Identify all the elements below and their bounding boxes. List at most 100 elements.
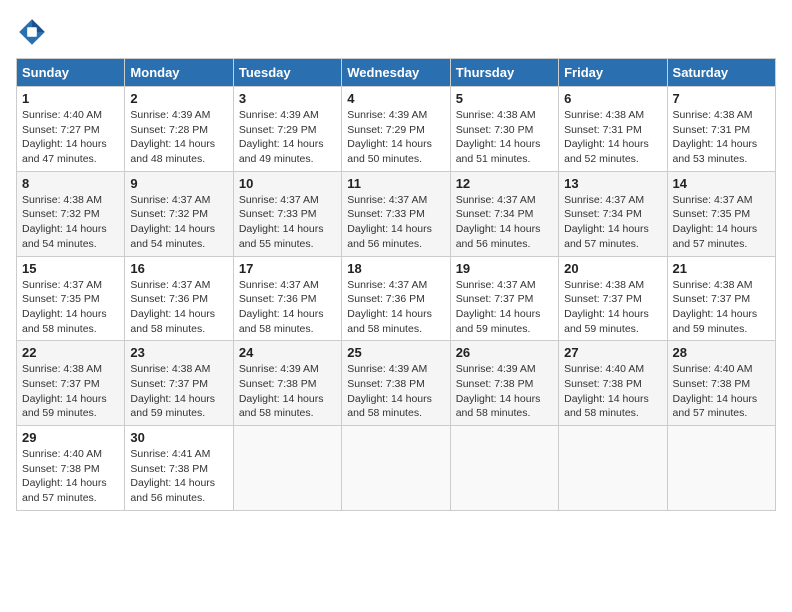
day-number: 12 (456, 176, 553, 191)
day-number: 16 (130, 261, 227, 276)
day-number: 1 (22, 91, 119, 106)
day-number: 23 (130, 345, 227, 360)
day-cell-12: 12 Sunrise: 4:37 AMSunset: 7:34 PMDayligh… (450, 171, 558, 256)
day-info: Sunrise: 4:37 AMSunset: 7:37 PMDaylight:… (456, 279, 541, 335)
calendar-week-3: 15 Sunrise: 4:37 AMSunset: 7:35 PMDayligh… (17, 256, 776, 341)
day-number: 7 (673, 91, 770, 106)
day-info: Sunrise: 4:38 AMSunset: 7:37 PMDaylight:… (130, 363, 215, 419)
day-number: 26 (456, 345, 553, 360)
day-number: 27 (564, 345, 661, 360)
day-info: Sunrise: 4:40 AMSunset: 7:38 PMDaylight:… (564, 363, 649, 419)
day-info: Sunrise: 4:37 AMSunset: 7:33 PMDaylight:… (239, 194, 324, 250)
day-info: Sunrise: 4:37 AMSunset: 7:35 PMDaylight:… (673, 194, 758, 250)
day-info: Sunrise: 4:37 AMSunset: 7:33 PMDaylight:… (347, 194, 432, 250)
day-cell-24: 24 Sunrise: 4:39 AMSunset: 7:38 PMDayligh… (233, 341, 341, 426)
logo-icon (16, 16, 48, 48)
day-info: Sunrise: 4:38 AMSunset: 7:32 PMDaylight:… (22, 194, 107, 250)
day-info: Sunrise: 4:38 AMSunset: 7:31 PMDaylight:… (564, 109, 649, 165)
day-number: 9 (130, 176, 227, 191)
day-cell-9: 9 Sunrise: 4:37 AMSunset: 7:32 PMDaylight… (125, 171, 233, 256)
day-number: 17 (239, 261, 336, 276)
calendar-week-4: 22 Sunrise: 4:38 AMSunset: 7:37 PMDayligh… (17, 341, 776, 426)
empty-cell (450, 426, 558, 511)
day-number: 10 (239, 176, 336, 191)
day-cell-27: 27 Sunrise: 4:40 AMSunset: 7:38 PMDayligh… (559, 341, 667, 426)
day-cell-11: 11Sunrise: 4:37 AMSunset: 7:33 PMDayligh… (342, 171, 450, 256)
column-header-thursday: Thursday (450, 59, 558, 87)
day-cell-22: 22 Sunrise: 4:38 AMSunset: 7:37 PMDayligh… (17, 341, 125, 426)
day-cell-28: 28Sunrise: 4:40 AMSunset: 7:38 PMDayligh… (667, 341, 775, 426)
day-cell-16: 16 Sunrise: 4:37 AMSunset: 7:36 PMDayligh… (125, 256, 233, 341)
day-cell-17: 17 Sunrise: 4:37 AMSunset: 7:36 PMDayligh… (233, 256, 341, 341)
day-cell-18: 18Sunrise: 4:37 AMSunset: 7:36 PMDayligh… (342, 256, 450, 341)
day-cell-29: 29Sunrise: 4:40 AMSunset: 7:38 PMDayligh… (17, 426, 125, 511)
empty-cell (667, 426, 775, 511)
day-info: Sunrise: 4:38 AMSunset: 7:31 PMDaylight:… (673, 109, 758, 165)
day-number: 22 (22, 345, 119, 360)
column-header-saturday: Saturday (667, 59, 775, 87)
day-info: Sunrise: 4:39 AMSunset: 7:29 PMDaylight:… (239, 109, 324, 165)
column-header-sunday: Sunday (17, 59, 125, 87)
day-cell-26: 26 Sunrise: 4:39 AMSunset: 7:38 PMDayligh… (450, 341, 558, 426)
day-info: Sunrise: 4:37 AMSunset: 7:35 PMDaylight:… (22, 279, 107, 335)
day-cell-8: 8 Sunrise: 4:38 AMSunset: 7:32 PMDaylight… (17, 171, 125, 256)
day-number: 6 (564, 91, 661, 106)
day-number: 2 (130, 91, 227, 106)
day-info: Sunrise: 4:37 AMSunset: 7:34 PMDaylight:… (456, 194, 541, 250)
day-cell-25: 25Sunrise: 4:39 AMSunset: 7:38 PMDayligh… (342, 341, 450, 426)
calendar-week-2: 8 Sunrise: 4:38 AMSunset: 7:32 PMDaylight… (17, 171, 776, 256)
day-cell-14: 14 Sunrise: 4:37 AMSunset: 7:35 PMDayligh… (667, 171, 775, 256)
day-cell-21: 21 Sunrise: 4:38 AMSunset: 7:37 PMDayligh… (667, 256, 775, 341)
day-info: Sunrise: 4:39 AMSunset: 7:38 PMDaylight:… (456, 363, 541, 419)
day-number: 20 (564, 261, 661, 276)
header (16, 16, 776, 48)
column-header-tuesday: Tuesday (233, 59, 341, 87)
day-cell-23: 23 Sunrise: 4:38 AMSunset: 7:37 PMDayligh… (125, 341, 233, 426)
empty-cell (233, 426, 341, 511)
day-info: Sunrise: 4:37 AMSunset: 7:36 PMDaylight:… (239, 279, 324, 335)
day-cell-1: 1 Sunrise: 4:40 AMSunset: 7:27 PMDaylight… (17, 87, 125, 172)
empty-cell (559, 426, 667, 511)
day-cell-4: 4 Sunrise: 4:39 AMSunset: 7:29 PMDaylight… (342, 87, 450, 172)
day-number: 4 (347, 91, 444, 106)
day-info: Sunrise: 4:40 AMSunset: 7:38 PMDaylight:… (22, 448, 107, 504)
day-info: Sunrise: 4:38 AMSunset: 7:37 PMDaylight:… (22, 363, 107, 419)
day-cell-6: 6 Sunrise: 4:38 AMSunset: 7:31 PMDaylight… (559, 87, 667, 172)
day-cell-30: 30 Sunrise: 4:41 AMSunset: 7:38 PMDayligh… (125, 426, 233, 511)
day-cell-3: 3 Sunrise: 4:39 AMSunset: 7:29 PMDaylight… (233, 87, 341, 172)
day-cell-19: 19 Sunrise: 4:37 AMSunset: 7:37 PMDayligh… (450, 256, 558, 341)
day-number: 14 (673, 176, 770, 191)
column-header-wednesday: Wednesday (342, 59, 450, 87)
day-cell-15: 15 Sunrise: 4:37 AMSunset: 7:35 PMDayligh… (17, 256, 125, 341)
day-number: 5 (456, 91, 553, 106)
day-number: 21 (673, 261, 770, 276)
day-info: Sunrise: 4:38 AMSunset: 7:37 PMDaylight:… (673, 279, 758, 335)
column-header-monday: Monday (125, 59, 233, 87)
day-number: 30 (130, 430, 227, 445)
logo (16, 16, 52, 48)
day-info: Sunrise: 4:39 AMSunset: 7:38 PMDaylight:… (239, 363, 324, 419)
day-info: Sunrise: 4:41 AMSunset: 7:38 PMDaylight:… (130, 448, 215, 504)
day-number: 19 (456, 261, 553, 276)
day-cell-20: 20Sunrise: 4:38 AMSunset: 7:37 PMDayligh… (559, 256, 667, 341)
day-info: Sunrise: 4:37 AMSunset: 7:34 PMDaylight:… (564, 194, 649, 250)
day-info: Sunrise: 4:40 AMSunset: 7:27 PMDaylight:… (22, 109, 107, 165)
day-number: 8 (22, 176, 119, 191)
calendar-table: SundayMondayTuesdayWednesdayThursdayFrid… (16, 58, 776, 511)
column-header-friday: Friday (559, 59, 667, 87)
calendar-week-1: 1 Sunrise: 4:40 AMSunset: 7:27 PMDaylight… (17, 87, 776, 172)
day-info: Sunrise: 4:39 AMSunset: 7:29 PMDaylight:… (347, 109, 432, 165)
day-info: Sunrise: 4:37 AMSunset: 7:32 PMDaylight:… (130, 194, 215, 250)
day-cell-2: 2 Sunrise: 4:39 AMSunset: 7:28 PMDaylight… (125, 87, 233, 172)
day-cell-7: 7 Sunrise: 4:38 AMSunset: 7:31 PMDaylight… (667, 87, 775, 172)
day-number: 15 (22, 261, 119, 276)
day-info: Sunrise: 4:39 AMSunset: 7:38 PMDaylight:… (347, 363, 432, 419)
day-number: 24 (239, 345, 336, 360)
empty-cell (342, 426, 450, 511)
day-cell-10: 10 Sunrise: 4:37 AMSunset: 7:33 PMDayligh… (233, 171, 341, 256)
day-number: 13 (564, 176, 661, 191)
day-info: Sunrise: 4:37 AMSunset: 7:36 PMDaylight:… (130, 279, 215, 335)
day-number: 3 (239, 91, 336, 106)
day-cell-13: 13 Sunrise: 4:37 AMSunset: 7:34 PMDayligh… (559, 171, 667, 256)
day-info: Sunrise: 4:39 AMSunset: 7:28 PMDaylight:… (130, 109, 215, 165)
